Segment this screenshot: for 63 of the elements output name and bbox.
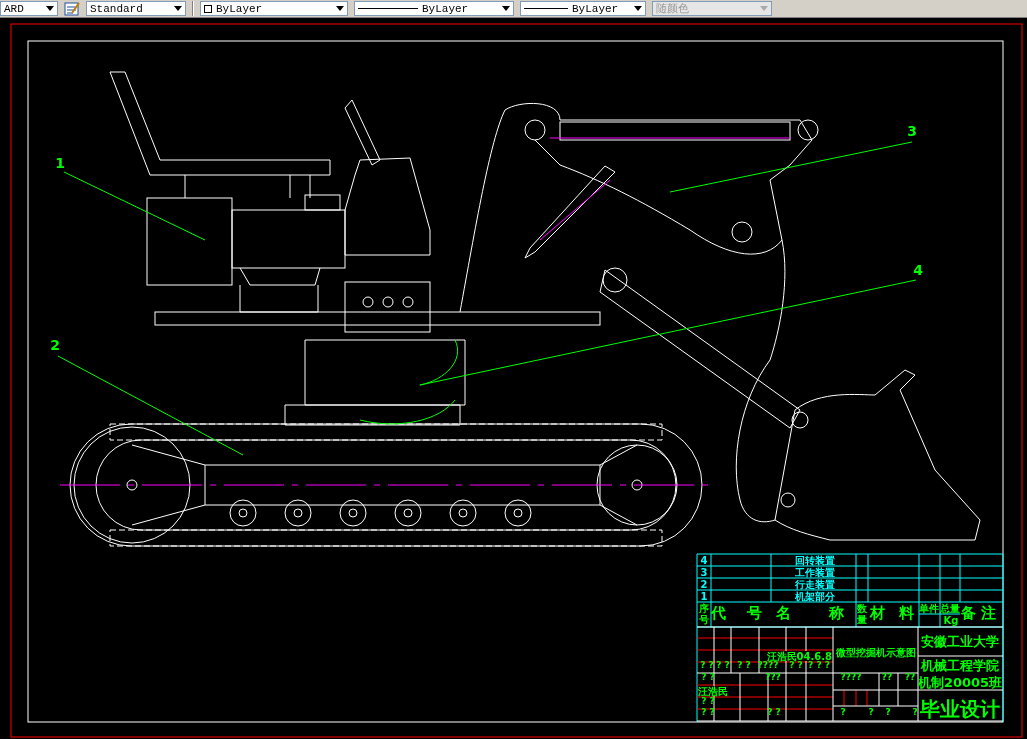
signature-date: 汪浩民04.6.8 (766, 651, 832, 662)
part-name: 回转装置 (795, 555, 835, 566)
text-style-icon[interactable] (64, 1, 80, 16)
cell-text: ? ? ? (808, 660, 830, 670)
caret-icon (760, 6, 768, 11)
caret-icon (336, 6, 344, 11)
text-dropdown[interactable]: ARD (0, 1, 58, 16)
part-name: 工作装置 (795, 567, 835, 578)
row-number: 2 (700, 579, 708, 590)
cell-text: ? (840, 707, 846, 717)
cell-text: ? ? (701, 696, 715, 706)
line-sample-icon (358, 8, 418, 9)
row-number: 4 (700, 555, 708, 566)
cell-text: ? ? (700, 660, 714, 670)
caret-icon (46, 6, 54, 11)
caret-icon (634, 6, 642, 11)
table-header: 称 (828, 604, 844, 622)
table-header: 注 (980, 604, 996, 622)
color-swatch-icon (204, 4, 212, 13)
color-dropdown[interactable]: ByLayer (200, 1, 348, 16)
drawing-title: 微型挖掘机示意图 (836, 647, 916, 658)
part-number-label: 1 (55, 155, 65, 171)
class-name: 机制20005班 (917, 675, 1003, 690)
cell-text: ?? (881, 672, 893, 682)
school-name: 安徽工业大学 (921, 634, 999, 649)
part-number-label: 3 (907, 123, 917, 139)
college-name: 机械工程学院 (921, 658, 999, 673)
linetype-dropdown[interactable]: ByLayer (354, 1, 514, 16)
part-name: 机架部分 (795, 591, 835, 602)
table-header: 代 (710, 604, 726, 622)
cell-text: ? ? (701, 707, 715, 717)
table-header: 名 (775, 604, 791, 622)
row-number: 3 (700, 567, 708, 578)
cell-text: ? (868, 707, 874, 717)
cell-text: ??? (765, 672, 781, 682)
table-header: 料 (898, 604, 914, 622)
cell-text: ? ? (737, 660, 751, 670)
style-dropdown[interactable]: Standard (86, 1, 186, 16)
row-number: 1 (700, 591, 708, 602)
table-header: 单件 (919, 603, 939, 614)
table-header: 序号 (699, 603, 709, 625)
cell-text: ? ? (716, 660, 730, 670)
lineweight-dropdown[interactable]: ByLayer (520, 1, 646, 16)
table-header: 备 (960, 604, 976, 622)
signature: 汪浩民 (698, 686, 728, 697)
line-sample-icon (524, 8, 568, 9)
cell-text: ? (912, 707, 918, 717)
part-number-label: 2 (50, 337, 60, 353)
cell-text: ???? (840, 672, 862, 682)
caret-icon (502, 6, 510, 11)
table-header: 总量 (940, 603, 960, 614)
table-header: 材 (869, 604, 885, 622)
cell-text: ? (885, 707, 891, 717)
table-header: 数量 (857, 603, 867, 625)
cell-text: ? ? (701, 672, 715, 682)
part-number-label: 4 (913, 262, 923, 278)
cell-text: ? ? (767, 707, 781, 717)
thesis-title: 毕业设计 (920, 697, 1000, 721)
table-header: 号 (746, 604, 762, 622)
part-name: 行走装置 (795, 579, 835, 590)
caret-icon (174, 6, 182, 11)
cell-text: ?? (904, 672, 916, 682)
table-header: Kg (943, 615, 959, 626)
